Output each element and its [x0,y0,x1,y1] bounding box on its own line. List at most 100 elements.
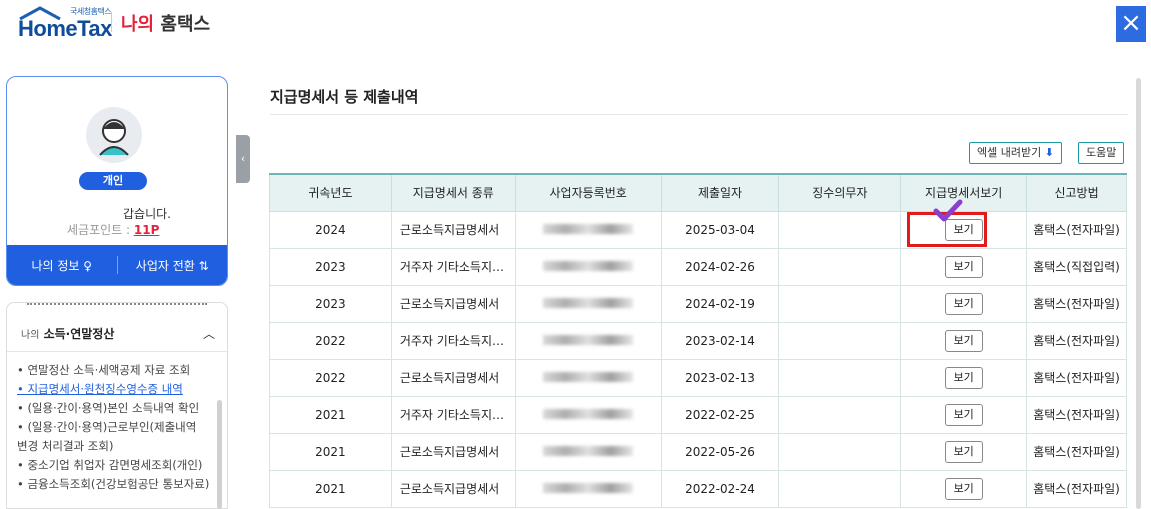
chevron-up-icon[interactable]: ︿ [203,325,215,342]
table-row: 2021 근로소득지급명세서 2022-02-24 보기 홈택스(전자파일) [269,469,1127,508]
checkmark-icon [933,199,963,222]
menu-section-header[interactable]: 나의 소득·연말정산 [21,325,114,342]
date-cell: 2023-02-14 [660,321,780,360]
excel-download-button[interactable]: 엑셀 내려받기 ⬇ [969,142,1062,164]
profile-buttons: 나의 정보 ♀ 사업자 전환 ⇅ [7,245,227,285]
year-cell: 2024 [269,210,392,249]
title-rest: 홈택스 [154,14,211,35]
year-cell: 2021 [269,432,392,471]
table-row: 2021 근로소득지급명세서 2022-05-26 보기 홈택스(전자파일) [269,432,1127,471]
view-button[interactable]: 보기 [944,292,983,315]
redacted-value [543,482,634,493]
collapse-sidebar-button[interactable]: ‹ [236,135,250,183]
user-type-badge: 개인 [79,172,147,190]
kind-cell: 거주자 기타소득지… [390,395,516,434]
table-row: 2022 거주자 기타소득지… 2023-02-14 보기 홈택스(전자파일) [269,321,1127,360]
kind-cell: 근로소득지급명세서 [390,469,516,508]
withholder-cell [778,284,902,323]
menu-item[interactable]: • 중소기업 취업자 감면명세조회(개인) [17,456,217,475]
close-button[interactable]: × [1116,6,1146,42]
col-header: 신고방법 [1026,173,1127,212]
menu-item[interactable]: • (일용·간이·용역)근로부인(제출내역 [17,418,217,437]
page-title: 지급명세서 등 제출내역 [270,88,419,106]
view-button[interactable]: 보기 [944,477,983,500]
title-underline [270,114,1128,115]
menu-separator [7,351,227,352]
method-cell: 홈택스(전자파일) [1026,395,1127,434]
view-button[interactable]: 보기 [944,255,983,278]
view-button[interactable]: 보기 [944,403,983,426]
main-scrollbar[interactable] [1136,78,1141,509]
my-info-button[interactable]: 나의 정보 ♀ [7,257,117,274]
view-button[interactable]: 보기 [944,329,983,352]
menu-head-small: 나의 [21,330,40,341]
hometax-logo[interactable]: 국세청홈택스 HomeTax [14,4,114,44]
view-button[interactable]: 보기 [944,440,983,463]
menu-item[interactable]: • 연말정산 소득·세액공제 자료 조회 [17,361,217,380]
redacted-value [543,445,634,456]
col-header: 징수의무자 [778,173,902,212]
redacted-value [543,223,634,234]
date-cell: 2024-02-19 [660,284,780,323]
table-row: 2022 근로소득지급명세서 2023-02-13 보기 홈택스(전자파일) [269,358,1127,397]
menu-list: • 연말정산 소득·세액공제 자료 조회 • 지급명세서·원천징수영수증 내역 … [17,361,217,494]
withholder-cell [778,321,902,360]
profile-card: 개인 갑습니다. 세금포인트 : 11P 나의 정보 ♀ 사업자 전환 ⇅ [6,76,228,286]
tax-points: 세금포인트 : 11P [67,221,159,238]
date-cell: 2024-02-26 [660,247,780,286]
menu-head-bold: 소득·연말정산 [39,327,115,341]
year-cell: 2021 [269,469,392,508]
biz-number-cell [514,284,662,323]
view-button[interactable]: 보기 [944,366,983,389]
year-cell: 2023 [269,247,392,286]
logo-text: HomeTax [18,16,112,41]
excel-download-label: 엑셀 내려받기 [977,146,1042,159]
date-cell: 2025-03-04 [660,210,780,249]
menu-item[interactable]: 변경 처리결과 조회) [17,437,217,456]
table-row: 2023 거주자 기타소득지… 2024-02-26 보기 홈택스(직접입력) [269,247,1127,286]
sidebar-menu: 나의 소득·연말정산 ︿ • 연말정산 소득·세액공제 자료 조회 • 지급명세… [6,302,228,509]
redacted-value [543,260,634,271]
biz-number-cell [514,358,662,397]
col-header: 지급명세서보기 [900,173,1028,212]
col-header: 사업자등록번호 [514,173,662,212]
table-row: 2021 거주자 기타소득지… 2022-02-25 보기 홈택스(전자파일) [269,395,1127,434]
withholder-cell [778,432,902,471]
menu-item[interactable]: • (일용·간이·용역)본인 소득내역 확인 [17,399,217,418]
view-cell: 보기 [900,247,1028,286]
date-cell: 2022-02-25 [660,395,780,434]
greeting-text: 갑습니다. [123,207,171,221]
view-cell: 보기 [900,358,1028,397]
redacted-value [543,334,634,345]
points-label: 세금포인트 : [67,223,134,237]
withholder-cell [778,247,902,286]
submission-table: 귀속년도 지급명세서 종류 사업자등록번호 제출일자 징수의무자 지급명세서보기… [269,173,1127,508]
chevron-left-icon: ‹ [240,152,246,165]
redacted-value [543,408,634,419]
points-value[interactable]: 11P [134,223,160,237]
menu-divider [27,303,207,305]
title-accent: 나의 [121,14,155,35]
withholder-cell [778,210,902,249]
view-cell: 보기 [900,469,1028,508]
redacted-value [543,297,634,308]
date-cell: 2023-02-13 [660,358,780,397]
switch-business-button[interactable]: 사업자 전환 ⇅ [118,257,228,274]
header-divider [111,12,112,32]
withholder-cell [778,469,902,508]
view-cell: 보기 [900,321,1028,360]
header: 국세청홈택스 HomeTax 나의 홈택스 × [0,0,1151,48]
biz-number-cell [514,247,662,286]
kind-cell: 근로소득지급명세서 [390,210,516,249]
withholder-cell [778,358,902,397]
menu-item-active[interactable]: • 지급명세서·원천징수영수증 내역 [17,380,217,399]
help-button[interactable]: 도움말 [1078,142,1125,164]
date-cell: 2022-05-26 [660,432,780,471]
download-icon: ⬇ [1044,146,1054,159]
page-title-header: 나의 홈택스 [121,10,210,36]
sidebar-scrollbar[interactable] [217,400,222,509]
view-cell: 보기 [900,432,1028,471]
method-cell: 홈택스(전자파일) [1026,469,1127,508]
close-icon: × [1120,8,1142,38]
menu-item[interactable]: • 금융소득조회(건강보험공단 통보자료) [17,475,217,494]
